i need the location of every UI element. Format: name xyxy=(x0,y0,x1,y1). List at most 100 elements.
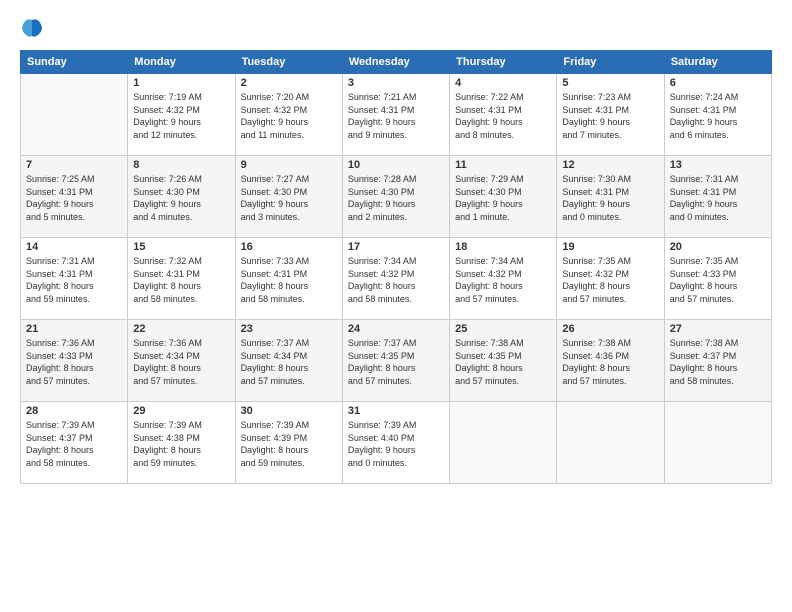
day-info: Sunrise: 7:35 AM Sunset: 4:32 PM Dayligh… xyxy=(562,255,658,305)
weekday-header-friday: Friday xyxy=(557,51,664,74)
calendar-cell: 8 Sunrise: 7:26 AM Sunset: 4:30 PM Daylig… xyxy=(128,156,235,238)
calendar-cell xyxy=(557,402,664,484)
day-number: 30 xyxy=(241,405,337,417)
day-info: Sunrise: 7:21 AM Sunset: 4:31 PM Dayligh… xyxy=(348,91,444,141)
day-info: Sunrise: 7:37 AM Sunset: 4:35 PM Dayligh… xyxy=(348,337,444,387)
calendar-cell: 31Sunrise: 7:39 AM Sunset: 4:40 PM Dayli… xyxy=(342,402,449,484)
day-number: 20 xyxy=(670,241,766,253)
weekday-header-row: SundayMondayTuesdayWednesdayThursdayFrid… xyxy=(21,51,772,74)
calendar-cell: 26 Sunrise: 7:38 AM Sunset: 4:36 PM Dayli… xyxy=(557,320,664,402)
calendar-cell: 16 Sunrise: 7:33 AM Sunset: 4:31 PM Dayli… xyxy=(235,238,342,320)
day-number: 5 xyxy=(562,77,658,89)
day-info: Sunrise: 7:20 AM Sunset: 4:32 PM Dayligh… xyxy=(241,91,337,141)
day-info: Sunrise: 7:25 AM Sunset: 4:31 PM Dayligh… xyxy=(26,173,122,223)
calendar-cell xyxy=(664,402,771,484)
week-row-2: 7 Sunrise: 7:25 AM Sunset: 4:31 PM Daylig… xyxy=(21,156,772,238)
calendar-cell: 28 Sunrise: 7:39 AM Sunset: 4:37 PM Dayli… xyxy=(21,402,128,484)
day-number: 14 xyxy=(26,241,122,253)
day-number: 27 xyxy=(670,323,766,335)
day-number: 12 xyxy=(562,159,658,171)
day-number: 21 xyxy=(26,323,122,335)
day-info: Sunrise: 7:29 AM Sunset: 4:30 PM Dayligh… xyxy=(455,173,551,223)
weekday-header-thursday: Thursday xyxy=(450,51,557,74)
calendar-cell: 14Sunrise: 7:31 AM Sunset: 4:31 PM Dayli… xyxy=(21,238,128,320)
day-number: 13 xyxy=(670,159,766,171)
page: SundayMondayTuesdayWednesdayThursdayFrid… xyxy=(0,0,792,612)
day-number: 7 xyxy=(26,159,122,171)
day-info: Sunrise: 7:28 AM Sunset: 4:30 PM Dayligh… xyxy=(348,173,444,223)
day-info: Sunrise: 7:35 AM Sunset: 4:33 PM Dayligh… xyxy=(670,255,766,305)
calendar-cell: 4 Sunrise: 7:22 AM Sunset: 4:31 PM Daylig… xyxy=(450,74,557,156)
day-info: Sunrise: 7:34 AM Sunset: 4:32 PM Dayligh… xyxy=(348,255,444,305)
week-row-4: 21 Sunrise: 7:36 AM Sunset: 4:33 PM Dayli… xyxy=(21,320,772,402)
day-info: Sunrise: 7:39 AM Sunset: 4:40 PM Dayligh… xyxy=(348,419,444,469)
day-info: Sunrise: 7:34 AM Sunset: 4:32 PM Dayligh… xyxy=(455,255,551,305)
calendar-cell: 12 Sunrise: 7:30 AM Sunset: 4:31 PM Dayli… xyxy=(557,156,664,238)
calendar-cell: 18Sunrise: 7:34 AM Sunset: 4:32 PM Dayli… xyxy=(450,238,557,320)
calendar-cell: 6 Sunrise: 7:24 AM Sunset: 4:31 PM Daylig… xyxy=(664,74,771,156)
day-info: Sunrise: 7:33 AM Sunset: 4:31 PM Dayligh… xyxy=(241,255,337,305)
calendar-cell: 29Sunrise: 7:39 AM Sunset: 4:38 PM Dayli… xyxy=(128,402,235,484)
calendar-cell: 25 Sunrise: 7:38 AM Sunset: 4:35 PM Dayli… xyxy=(450,320,557,402)
day-number: 28 xyxy=(26,405,122,417)
calendar-cell: 7 Sunrise: 7:25 AM Sunset: 4:31 PM Daylig… xyxy=(21,156,128,238)
day-info: Sunrise: 7:30 AM Sunset: 4:31 PM Dayligh… xyxy=(562,173,658,223)
day-info: Sunrise: 7:36 AM Sunset: 4:33 PM Dayligh… xyxy=(26,337,122,387)
logo xyxy=(20,16,48,40)
day-number: 4 xyxy=(455,77,551,89)
day-info: Sunrise: 7:22 AM Sunset: 4:31 PM Dayligh… xyxy=(455,91,551,141)
day-info: Sunrise: 7:38 AM Sunset: 4:36 PM Dayligh… xyxy=(562,337,658,387)
week-row-1: 1 Sunrise: 7:19 AM Sunset: 4:32 PM Daylig… xyxy=(21,74,772,156)
calendar-cell: 1 Sunrise: 7:19 AM Sunset: 4:32 PM Daylig… xyxy=(128,74,235,156)
day-info: Sunrise: 7:38 AM Sunset: 4:37 PM Dayligh… xyxy=(670,337,766,387)
calendar-cell: 11Sunrise: 7:29 AM Sunset: 4:30 PM Dayli… xyxy=(450,156,557,238)
day-info: Sunrise: 7:38 AM Sunset: 4:35 PM Dayligh… xyxy=(455,337,551,387)
calendar-cell: 5 Sunrise: 7:23 AM Sunset: 4:31 PM Daylig… xyxy=(557,74,664,156)
calendar-cell: 10 Sunrise: 7:28 AM Sunset: 4:30 PM Dayli… xyxy=(342,156,449,238)
calendar-cell: 2 Sunrise: 7:20 AM Sunset: 4:32 PM Daylig… xyxy=(235,74,342,156)
calendar-cell: 19Sunrise: 7:35 AM Sunset: 4:32 PM Dayli… xyxy=(557,238,664,320)
day-number: 1 xyxy=(133,77,229,89)
calendar-cell: 15Sunrise: 7:32 AM Sunset: 4:31 PM Dayli… xyxy=(128,238,235,320)
day-info: Sunrise: 7:27 AM Sunset: 4:30 PM Dayligh… xyxy=(241,173,337,223)
day-number: 23 xyxy=(241,323,337,335)
day-info: Sunrise: 7:39 AM Sunset: 4:39 PM Dayligh… xyxy=(241,419,337,469)
calendar-cell: 9 Sunrise: 7:27 AM Sunset: 4:30 PM Daylig… xyxy=(235,156,342,238)
day-info: Sunrise: 7:31 AM Sunset: 4:31 PM Dayligh… xyxy=(670,173,766,223)
day-number: 24 xyxy=(348,323,444,335)
day-number: 9 xyxy=(241,159,337,171)
header xyxy=(20,16,772,40)
day-info: Sunrise: 7:19 AM Sunset: 4:32 PM Dayligh… xyxy=(133,91,229,141)
day-number: 25 xyxy=(455,323,551,335)
day-info: Sunrise: 7:24 AM Sunset: 4:31 PM Dayligh… xyxy=(670,91,766,141)
week-row-3: 14Sunrise: 7:31 AM Sunset: 4:31 PM Dayli… xyxy=(21,238,772,320)
weekday-header-sunday: Sunday xyxy=(21,51,128,74)
day-info: Sunrise: 7:36 AM Sunset: 4:34 PM Dayligh… xyxy=(133,337,229,387)
calendar-cell: 13 Sunrise: 7:31 AM Sunset: 4:31 PM Dayli… xyxy=(664,156,771,238)
calendar-cell: 30 Sunrise: 7:39 AM Sunset: 4:39 PM Dayli… xyxy=(235,402,342,484)
week-row-5: 28 Sunrise: 7:39 AM Sunset: 4:37 PM Dayli… xyxy=(21,402,772,484)
weekday-header-saturday: Saturday xyxy=(664,51,771,74)
day-number: 16 xyxy=(241,241,337,253)
calendar-cell: 3Sunrise: 7:21 AM Sunset: 4:31 PM Daylig… xyxy=(342,74,449,156)
calendar-cell xyxy=(21,74,128,156)
day-info: Sunrise: 7:39 AM Sunset: 4:38 PM Dayligh… xyxy=(133,419,229,469)
calendar-cell: 27 Sunrise: 7:38 AM Sunset: 4:37 PM Dayli… xyxy=(664,320,771,402)
day-number: 17 xyxy=(348,241,444,253)
calendar-cell: 24 Sunrise: 7:37 AM Sunset: 4:35 PM Dayli… xyxy=(342,320,449,402)
day-number: 6 xyxy=(670,77,766,89)
day-info: Sunrise: 7:26 AM Sunset: 4:30 PM Dayligh… xyxy=(133,173,229,223)
weekday-header-tuesday: Tuesday xyxy=(235,51,342,74)
day-number: 10 xyxy=(348,159,444,171)
calendar-table: SundayMondayTuesdayWednesdayThursdayFrid… xyxy=(20,50,772,484)
weekday-header-wednesday: Wednesday xyxy=(342,51,449,74)
day-info: Sunrise: 7:23 AM Sunset: 4:31 PM Dayligh… xyxy=(562,91,658,141)
day-number: 22 xyxy=(133,323,229,335)
logo-icon xyxy=(20,16,44,40)
day-number: 8 xyxy=(133,159,229,171)
calendar-cell: 23 Sunrise: 7:37 AM Sunset: 4:34 PM Dayli… xyxy=(235,320,342,402)
day-number: 2 xyxy=(241,77,337,89)
day-number: 26 xyxy=(562,323,658,335)
day-info: Sunrise: 7:37 AM Sunset: 4:34 PM Dayligh… xyxy=(241,337,337,387)
day-info: Sunrise: 7:39 AM Sunset: 4:37 PM Dayligh… xyxy=(26,419,122,469)
